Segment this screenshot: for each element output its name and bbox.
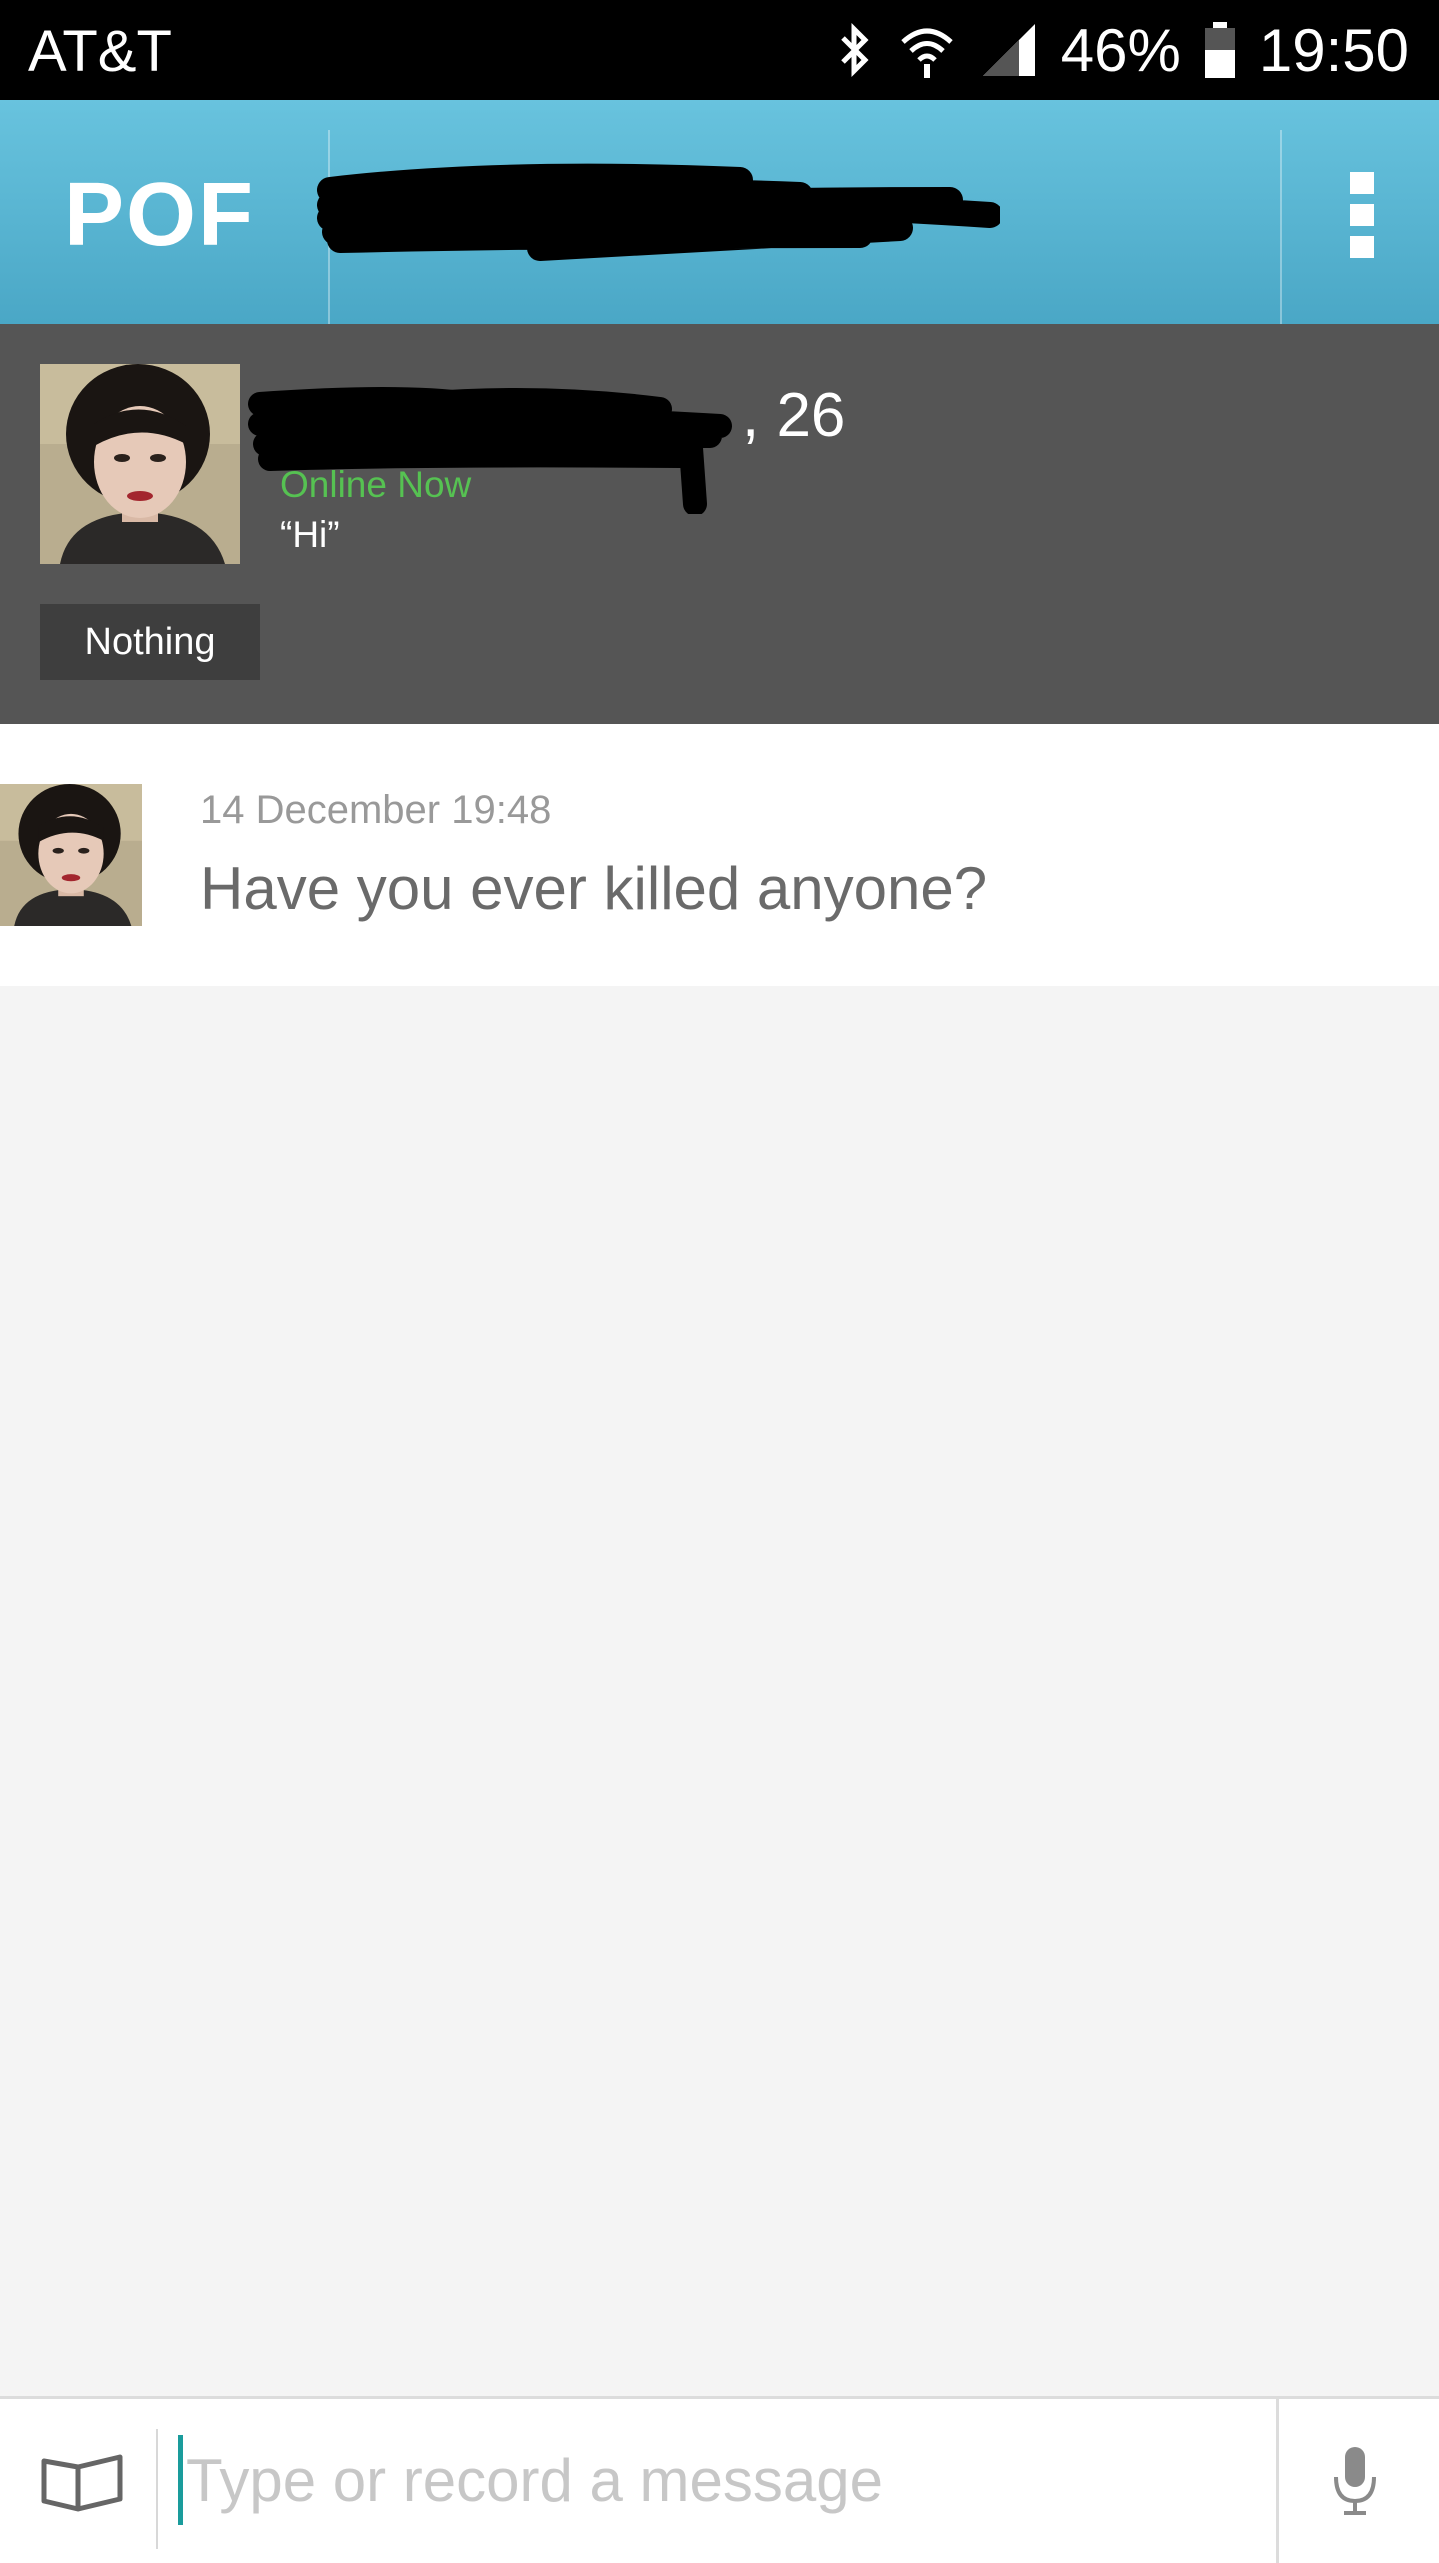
sticker-icon[interactable] bbox=[38, 2447, 128, 2522]
profile-avatar[interactable] bbox=[40, 364, 240, 564]
profile-header[interactable]: , 26 Online Now “Hi” Nothing bbox=[0, 324, 1439, 724]
battery-label: 46% bbox=[1060, 16, 1181, 84]
message-timestamp: 14 December 19:48 bbox=[200, 788, 552, 832]
battery-icon bbox=[1203, 20, 1237, 80]
status-bar: AT&T 46% 19:50 bbox=[0, 0, 1439, 100]
overflow-menu-icon[interactable] bbox=[1336, 164, 1396, 264]
carrier-label: AT&T bbox=[28, 19, 172, 84]
pof-logo[interactable]: POF bbox=[64, 164, 255, 267]
message-avatar[interactable] bbox=[0, 784, 142, 926]
app-bar: POF bbox=[0, 100, 1439, 324]
text-cursor bbox=[178, 2435, 183, 2525]
message-composer bbox=[0, 2396, 1439, 2563]
app-bar-divider bbox=[1280, 130, 1282, 324]
message-item[interactable]: 14 December 19:48 Have you ever killed a… bbox=[0, 724, 1439, 986]
profile-tag[interactable]: Nothing bbox=[40, 604, 260, 680]
composer-divider bbox=[156, 2429, 158, 2549]
profile-age: , 26 bbox=[742, 381, 846, 450]
wifi-icon bbox=[897, 20, 957, 80]
profile-headline: “Hi” bbox=[280, 514, 340, 555]
status-icons: 46% 19:50 bbox=[835, 14, 1409, 86]
message-input[interactable] bbox=[184, 2429, 1268, 2531]
bluetooth-icon bbox=[835, 20, 875, 80]
message-text: Have you ever killed anyone? bbox=[200, 855, 988, 922]
online-status: Online Now bbox=[280, 464, 472, 505]
composer-divider bbox=[1276, 2399, 1279, 2563]
microphone-icon[interactable] bbox=[1330, 2443, 1380, 2524]
redaction-scribble bbox=[317, 163, 1000, 261]
signal-icon bbox=[979, 20, 1039, 80]
clock-label: 19:50 bbox=[1258, 16, 1409, 84]
